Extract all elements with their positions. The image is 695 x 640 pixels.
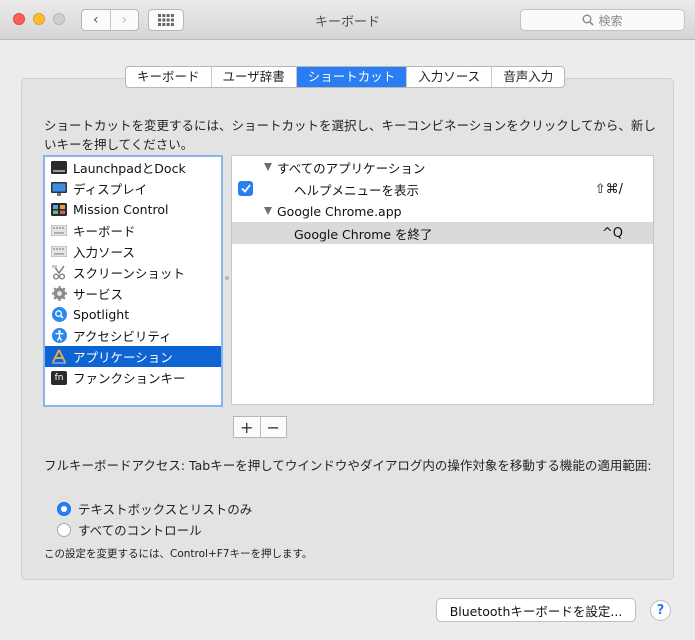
control-f7-note: この設定を変更するには、Control+F7キーを押します。 [44, 548, 313, 560]
category-label: サービス [73, 287, 124, 302]
radio-label: すべてのコントロール [78, 523, 202, 538]
category-label: ファンクションキー [73, 371, 186, 386]
category-label: 入力ソース [73, 245, 135, 260]
group-label: Google Chrome.app [277, 203, 402, 219]
group-label: すべてのアプリケーション [277, 160, 426, 176]
radio-button[interactable] [57, 522, 71, 537]
category-keyboard[interactable]: キーボード [45, 220, 221, 241]
add-remove-buttons: + − [233, 416, 287, 438]
shortcut-name: ヘルプメニューを表示 [294, 182, 420, 198]
category-spotlight[interactable]: Spotlight [45, 304, 221, 325]
shortcut-group-row[interactable]: Google Chrome.app [232, 200, 653, 222]
shortcut-key[interactable]: ⇧⌘/ [595, 182, 623, 197]
screenshot-icon [51, 265, 67, 280]
category-list[interactable]: LaunchpadとDock ディスプレイ Mission Control キー… [43, 155, 223, 407]
gear-icon [51, 286, 67, 301]
shortcut-checkbox[interactable] [238, 181, 253, 196]
remove-shortcut-button[interactable]: − [261, 417, 287, 437]
mission-control-icon [51, 203, 67, 217]
instruction-text: ショートカットを変更するには、ショートカットを選択し、キーコンビネーションをクリ… [44, 118, 656, 152]
display-icon [51, 181, 67, 196]
radio-label: テキストボックスとリストのみ [78, 502, 253, 517]
help-button[interactable]: ? [650, 600, 671, 621]
tab-keyboard[interactable]: キーボード [126, 67, 212, 87]
category-label: Mission Control [73, 202, 169, 217]
tab-bar: キーボード ユーザ辞書 ショートカット 入力ソース 音声入力 [125, 66, 566, 88]
shortcut-row[interactable]: ヘルプメニューを表示 ⇧⌘/ [232, 178, 653, 200]
disclosure-triangle-icon[interactable] [264, 163, 272, 171]
category-label: ディスプレイ [73, 182, 148, 197]
category-applications[interactable]: アプリケーション [45, 346, 221, 367]
search-field[interactable]: 検索 [520, 9, 685, 31]
tab-user-dictionary[interactable]: ユーザ辞書 [212, 67, 297, 87]
category-accessibility[interactable]: アクセシビリティ [45, 325, 221, 346]
search-placeholder: 検索 [598, 13, 623, 28]
category-screenshots[interactable]: スクリーンショット [45, 262, 221, 283]
title-bar: ‹ › キーボード 検索 [0, 0, 695, 40]
radio-text-boxes-lists[interactable]: テキストボックスとリストのみ [57, 499, 252, 518]
category-label: キーボード [73, 224, 136, 239]
tab-input-sources[interactable]: 入力ソース [407, 67, 493, 87]
category-launchpad-dock[interactable]: LaunchpadとDock [45, 157, 221, 178]
fn-key-label: fn [51, 370, 67, 385]
setup-bluetooth-keyboard-button[interactable]: Bluetoothキーボードを設定... [436, 598, 636, 622]
accessibility-icon [51, 328, 67, 343]
search-icon [582, 14, 595, 26]
input-source-icon [51, 245, 67, 259]
split-view-handle[interactable] [225, 276, 229, 282]
full-keyboard-access-label: フルキーボードアクセス: Tabキーを押してウインドウやダイアログ内の操作対象を… [44, 458, 652, 473]
category-label: LaunchpadとDock [73, 161, 186, 176]
shortcut-name: Google Chrome を終了 [294, 226, 433, 242]
checkmark-icon [240, 184, 251, 193]
category-label: Spotlight [73, 307, 130, 322]
spotlight-icon [51, 307, 67, 322]
category-input-sources[interactable]: 入力ソース [45, 241, 221, 262]
disclosure-triangle-icon[interactable] [264, 207, 272, 215]
shortcut-row[interactable]: Google Chrome を終了 ^Q [232, 222, 653, 244]
tab-dictation[interactable]: 音声入力 [492, 67, 564, 87]
category-label: アクセシビリティ [73, 329, 172, 344]
tab-shortcuts[interactable]: ショートカット [296, 67, 408, 87]
category-mission-control[interactable]: Mission Control [45, 199, 221, 220]
radio-button-selected[interactable] [57, 501, 71, 516]
category-label: スクリーンショット [73, 266, 185, 281]
add-shortcut-button[interactable]: + [234, 417, 261, 437]
shortcut-key[interactable]: ^Q [602, 226, 623, 241]
launchpad-dock-icon [51, 161, 67, 175]
shortcut-list[interactable]: すべてのアプリケーション ヘルプメニューを表示 ⇧⌘/ Google Chrom… [231, 155, 654, 405]
fn-key-icon: fn [51, 370, 67, 385]
category-label: アプリケーション [73, 350, 173, 365]
shortcut-group-row[interactable]: すべてのアプリケーション [232, 156, 653, 178]
category-display[interactable]: ディスプレイ [45, 178, 221, 199]
app-store-icon [51, 349, 67, 364]
category-services[interactable]: サービス [45, 283, 221, 304]
category-function-keys[interactable]: fn ファンクションキー [45, 367, 221, 388]
radio-all-controls[interactable]: すべてのコントロール [57, 520, 202, 539]
keyboard-icon [51, 224, 67, 238]
